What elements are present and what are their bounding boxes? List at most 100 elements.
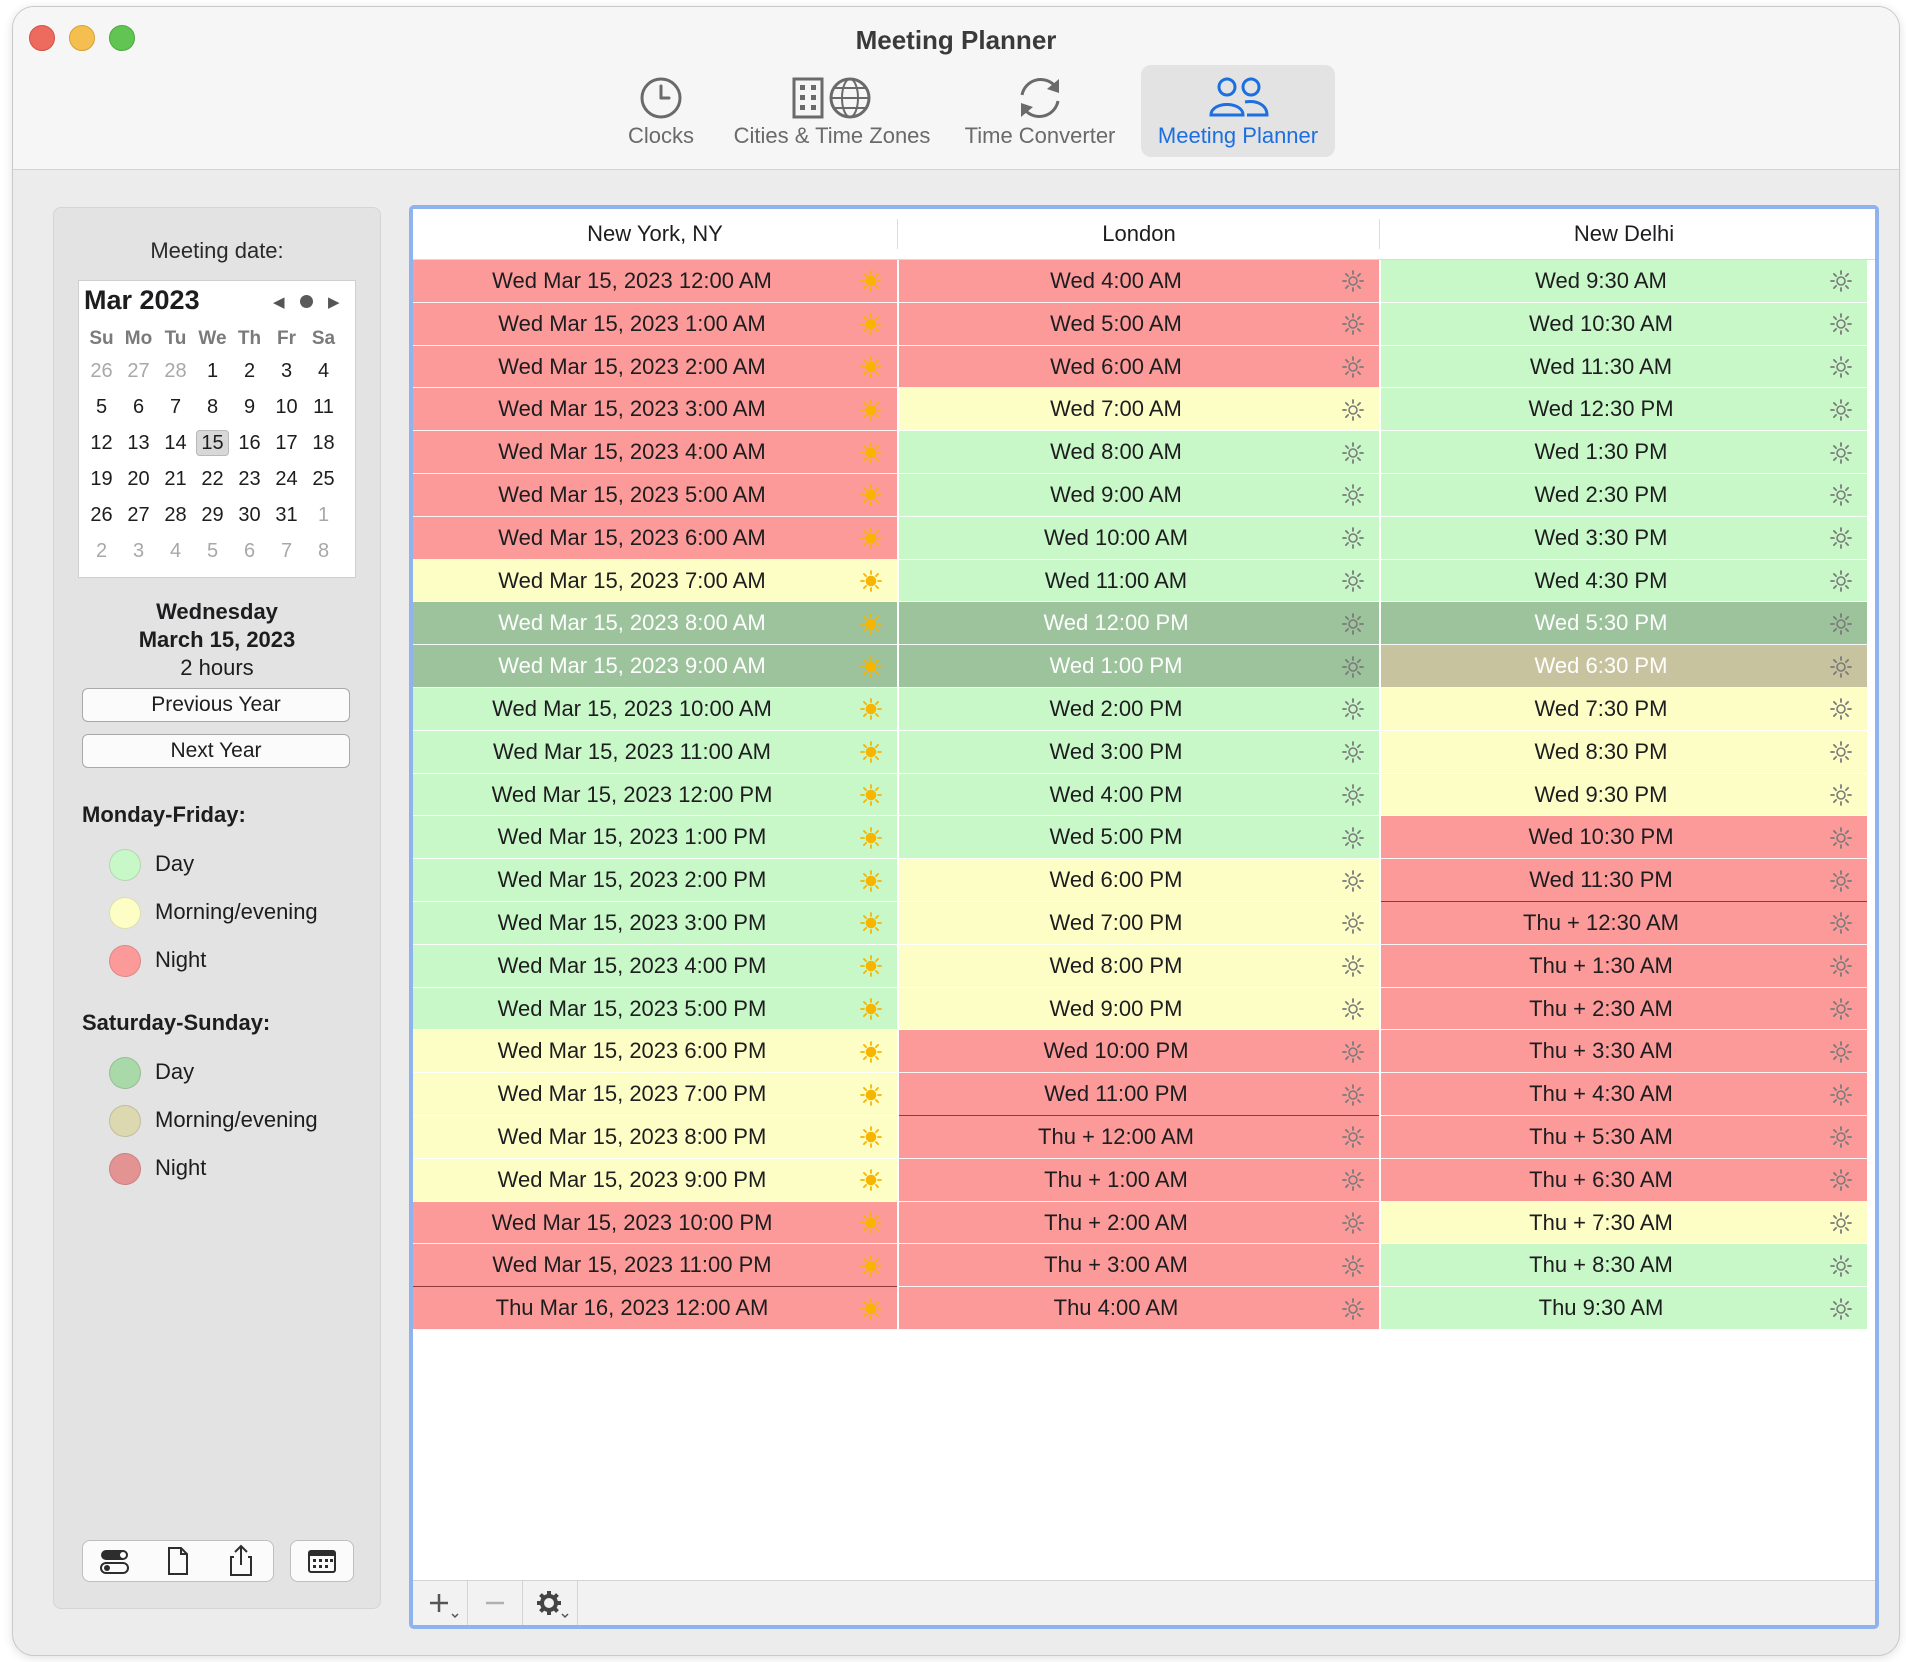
time-cell-new-york[interactable]: Wed Mar 15, 2023 4:00 PM [413, 944, 897, 988]
calendar-day[interactable]: 18 [305, 432, 342, 455]
calendar-day[interactable]: 28 [157, 360, 194, 383]
next-year-button[interactable]: Next Year [82, 734, 350, 768]
time-cell-london[interactable]: Thu 4:00 AM [899, 1287, 1379, 1330]
time-cell-london[interactable]: Wed 10:00 PM [899, 1030, 1379, 1074]
today-button[interactable] [300, 295, 313, 308]
time-cell-london[interactable]: Wed 1:00 PM [899, 645, 1379, 688]
calendar-day[interactable]: 4 [305, 360, 342, 383]
time-cell-new-delhi[interactable]: Wed 9:30 AM [1381, 260, 1867, 303]
time-cell-new-york[interactable]: Wed Mar 15, 2023 1:00 PM [413, 816, 897, 860]
calendar-day[interactable]: 22 [194, 468, 231, 491]
table-row[interactable]: Wed Mar 15, 2023 4:00 AM Wed 8:00 AM Wed 1… [413, 431, 1875, 474]
time-cell-london[interactable]: Wed 6:00 AM [899, 345, 1379, 389]
calendar-day[interactable]: 29 [194, 504, 231, 527]
time-cell-new-delhi[interactable]: Wed 8:30 PM [1381, 730, 1867, 774]
calendar-day[interactable]: 17 [268, 432, 305, 455]
calendar-day[interactable]: 12 [83, 432, 120, 455]
time-cell-new-york[interactable]: Wed Mar 15, 2023 8:00 AM [413, 602, 897, 646]
time-cell-new-delhi[interactable]: Wed 3:30 PM [1381, 516, 1867, 560]
time-cell-london[interactable]: Thu + 1:00 AM [899, 1158, 1379, 1202]
tab-clocks[interactable]: Clocks [601, 65, 721, 157]
calendar-day[interactable]: 1 [194, 360, 231, 383]
time-cell-london[interactable]: Wed 11:00 PM [899, 1073, 1379, 1118]
column-header-london[interactable]: London [899, 209, 1379, 259]
table-row[interactable]: Wed Mar 15, 2023 3:00 AM Wed 7:00 AM Wed 1… [413, 388, 1875, 432]
previous-month-button[interactable]: ◀ [273, 293, 285, 311]
toggle-view-button[interactable] [83, 1541, 145, 1581]
calendar-day[interactable]: 8 [194, 396, 231, 419]
calendar-day[interactable]: 8 [305, 540, 342, 563]
column-header-new-york[interactable]: New York, NY [413, 209, 897, 259]
time-cell-new-delhi[interactable]: Wed 9:30 PM [1381, 773, 1867, 817]
time-cell-new-york[interactable]: Wed Mar 15, 2023 4:00 AM [413, 431, 897, 474]
time-cell-london[interactable]: Wed 5:00 PM [899, 816, 1379, 860]
calendar-day[interactable]: 4 [157, 540, 194, 563]
calendar-day[interactable]: 27 [120, 360, 157, 383]
time-cell-new-york[interactable]: Wed Mar 15, 2023 5:00 PM [413, 987, 897, 1031]
time-cell-new-york[interactable]: Thu Mar 16, 2023 12:00 AM [413, 1287, 897, 1330]
time-cell-new-delhi[interactable]: Wed 5:30 PM [1381, 602, 1867, 646]
time-cell-new-delhi[interactable]: Thu + 1:30 AM [1381, 944, 1867, 988]
time-cell-london[interactable]: Wed 6:00 PM [899, 859, 1379, 902]
time-cell-london[interactable]: Wed 10:00 AM [899, 516, 1379, 560]
calendar-day[interactable]: 23 [231, 468, 268, 491]
time-cell-new-delhi[interactable]: Wed 10:30 PM [1381, 816, 1867, 860]
time-cell-new-delhi[interactable]: Thu + 2:30 AM [1381, 987, 1867, 1031]
table-row[interactable]: Wed Mar 15, 2023 6:00 AM Wed 10:00 AM Wed … [413, 516, 1875, 560]
table-row[interactable]: Wed Mar 15, 2023 8:00 PM Thu + 12:00 AM Th… [413, 1116, 1875, 1159]
calendar-day[interactable]: 5 [194, 540, 231, 563]
calendar-day[interactable]: 24 [268, 468, 305, 491]
time-cell-london[interactable]: Thu + 3:00 AM [899, 1244, 1379, 1288]
time-cell-new-delhi[interactable]: Thu + 3:30 AM [1381, 1030, 1867, 1074]
time-cell-new-delhi[interactable]: Wed 1:30 PM [1381, 431, 1867, 474]
time-cell-new-delhi[interactable]: Wed 11:30 PM [1381, 859, 1867, 904]
table-row[interactable]: Wed Mar 15, 2023 5:00 PM Wed 9:00 PM Thu +… [413, 987, 1875, 1031]
time-cell-new-york[interactable]: Wed Mar 15, 2023 2:00 AM [413, 345, 897, 389]
table-row[interactable]: Wed Mar 15, 2023 12:00 PM Wed 4:00 PM Wed … [413, 773, 1875, 817]
time-cell-new-delhi[interactable]: Thu 9:30 AM [1381, 1287, 1867, 1330]
calendar-day[interactable]: 20 [120, 468, 157, 491]
table-row[interactable]: Wed Mar 15, 2023 7:00 AM Wed 11:00 AM Wed … [413, 559, 1875, 603]
table-row[interactable]: Wed Mar 15, 2023 7:00 PM Wed 11:00 PM Thu … [413, 1073, 1875, 1118]
time-cell-london[interactable]: Wed 4:00 PM [899, 773, 1379, 817]
table-row[interactable]: Wed Mar 15, 2023 11:00 PM Thu + 3:00 AM Th… [413, 1244, 1875, 1290]
time-cell-london[interactable]: Wed 9:00 AM [899, 474, 1379, 517]
time-cell-london[interactable]: Wed 7:00 PM [899, 902, 1379, 945]
document-button[interactable] [146, 1541, 208, 1581]
calendar-day[interactable]: 7 [268, 540, 305, 563]
table-row[interactable]: Wed Mar 15, 2023 9:00 AM Wed 1:00 PM Wed 6… [413, 645, 1875, 688]
time-cell-new-delhi[interactable]: Wed 11:30 AM [1381, 345, 1867, 389]
calendar-day[interactable]: 2 [83, 540, 120, 563]
time-cell-new-delhi[interactable]: Thu + 6:30 AM [1381, 1158, 1867, 1202]
time-cell-new-delhi[interactable]: Wed 2:30 PM [1381, 474, 1867, 517]
time-cell-new-york[interactable]: Wed Mar 15, 2023 1:00 AM [413, 302, 897, 346]
table-row[interactable]: Wed Mar 15, 2023 2:00 PM Wed 6:00 PM Wed 1… [413, 859, 1875, 904]
time-cell-new-york[interactable]: Wed Mar 15, 2023 3:00 AM [413, 388, 897, 432]
table-row[interactable]: Wed Mar 15, 2023 9:00 PM Thu + 1:00 AM Thu… [413, 1158, 1875, 1202]
table-row[interactable]: Thu Mar 16, 2023 12:00 AM Thu 4:00 AM Thu … [413, 1287, 1875, 1330]
time-cell-new-delhi[interactable]: Wed 4:30 PM [1381, 559, 1867, 603]
table-row[interactable]: Wed Mar 15, 2023 4:00 PM Wed 8:00 PM Thu +… [413, 944, 1875, 988]
calendar-day[interactable]: 14 [157, 432, 194, 455]
time-cell-new-york[interactable]: Wed Mar 15, 2023 7:00 AM [413, 559, 897, 603]
share-button[interactable] [209, 1541, 271, 1581]
table-row[interactable]: Wed Mar 15, 2023 3:00 PM Wed 7:00 PM Thu +… [413, 902, 1875, 945]
time-cell-new-york[interactable]: Wed Mar 15, 2023 2:00 PM [413, 859, 897, 902]
time-cell-new-delhi[interactable]: Wed 10:30 AM [1381, 302, 1867, 346]
calendar-day-selected[interactable]: 15 [194, 429, 231, 456]
calendar-day[interactable]: 6 [231, 540, 268, 563]
calendar-button[interactable] [290, 1540, 354, 1582]
time-cell-new-york[interactable]: Wed Mar 15, 2023 8:00 PM [413, 1116, 897, 1159]
tab-meeting-planner[interactable]: Meeting Planner [1141, 65, 1335, 157]
calendar-day[interactable]: 21 [157, 468, 194, 491]
time-cell-london[interactable]: Wed 9:00 PM [899, 987, 1379, 1031]
time-cell-london[interactable]: Wed 8:00 PM [899, 944, 1379, 988]
time-cell-new-york[interactable]: Wed Mar 15, 2023 6:00 PM [413, 1030, 897, 1074]
time-cell-new-delhi[interactable]: Thu + 8:30 AM [1381, 1244, 1867, 1288]
calendar-day[interactable]: 27 [120, 504, 157, 527]
calendar-day[interactable]: 11 [305, 396, 342, 419]
time-cell-london[interactable]: Wed 12:00 PM [899, 602, 1379, 646]
table-row[interactable]: Wed Mar 15, 2023 12:00 AM Wed 4:00 AM Wed … [413, 260, 1875, 303]
time-cell-new-york[interactable]: Wed Mar 15, 2023 11:00 PM [413, 1244, 897, 1290]
calendar-day[interactable]: 16 [231, 432, 268, 455]
